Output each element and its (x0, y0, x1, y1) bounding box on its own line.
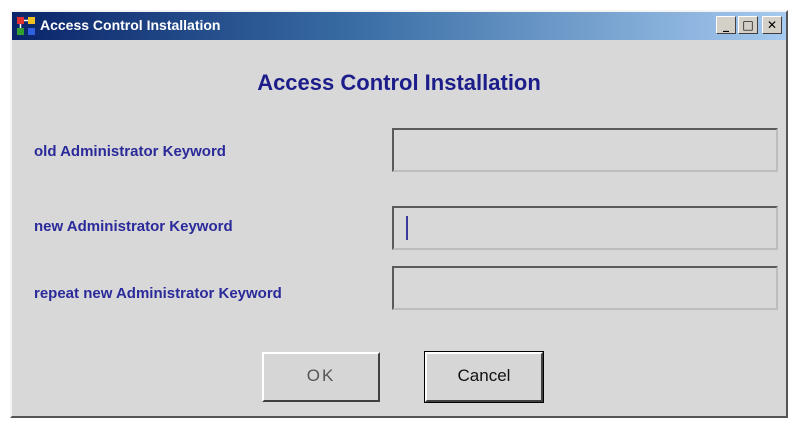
maximize-button[interactable]: □ (738, 16, 758, 34)
access-control-dialog: Access Control Installation _ □ ✕ Access… (10, 10, 788, 418)
close-button[interactable]: ✕ (762, 16, 782, 34)
new-keyword-field[interactable] (392, 206, 778, 250)
minimize-icon: _ (723, 18, 729, 32)
window-title: Access Control Installation (40, 17, 221, 33)
app-icon (17, 17, 35, 35)
ok-button[interactable]: OK (262, 352, 380, 402)
new-keyword-label: new Administrator Keyword (34, 218, 233, 235)
dialog-heading: Access Control Installation (257, 70, 541, 95)
title-bar[interactable]: Access Control Installation _ □ ✕ (12, 12, 786, 40)
repeat-keyword-label: repeat new Administrator Keyword (34, 285, 282, 302)
cancel-button[interactable]: Cancel (424, 351, 544, 403)
repeat-keyword-field[interactable] (392, 266, 778, 310)
old-keyword-field[interactable] (392, 128, 778, 172)
maximize-icon: □ (742, 18, 754, 32)
close-icon: ✕ (766, 18, 778, 32)
old-keyword-label: old Administrator Keyword (34, 143, 226, 160)
minimize-button[interactable]: _ (716, 16, 736, 34)
text-cursor (406, 216, 408, 240)
